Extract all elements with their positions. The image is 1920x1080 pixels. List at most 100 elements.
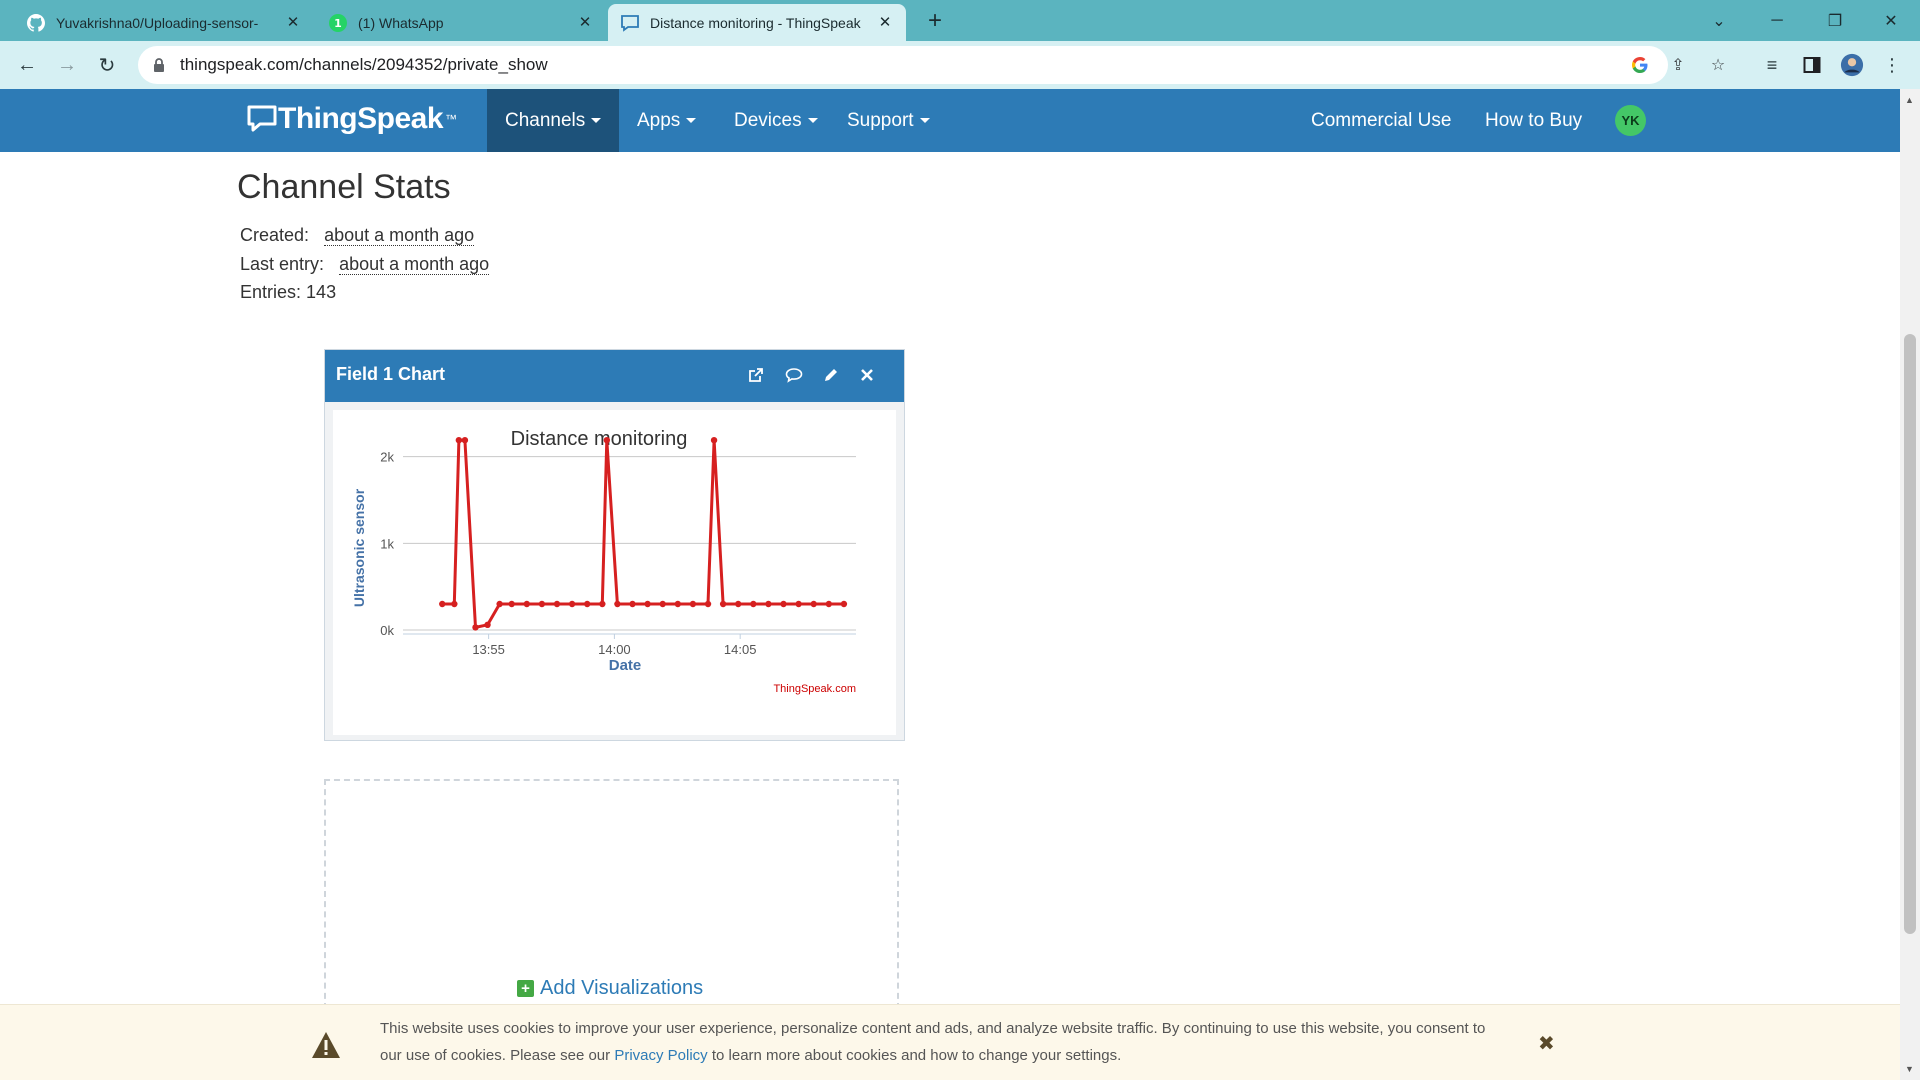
data-point — [629, 600, 636, 608]
data-point — [704, 600, 712, 608]
more-menu-icon[interactable]: ⋮ — [1880, 53, 1904, 77]
nav-label: Channels — [505, 109, 586, 131]
nav-label: Devices — [734, 109, 802, 131]
line-chart: Distance monitoring Ultrasonic sensor Da… — [351, 428, 856, 695]
last-entry-label: Last entry: — [240, 254, 325, 274]
browser-tab-github[interactable]: Yuvakrishna0/Uploading-sensor- ✕ — [14, 4, 314, 41]
warning-icon — [311, 1031, 341, 1064]
privacy-policy-link[interactable]: Privacy Policy — [614, 1047, 707, 1064]
close-icon[interactable] — [856, 364, 878, 386]
data-point — [674, 600, 682, 608]
google-icon[interactable] — [1630, 55, 1650, 75]
data-point — [484, 621, 491, 628]
nav-apps[interactable]: Apps — [619, 89, 714, 152]
back-arrow-icon[interactable]: ← — [11, 49, 43, 81]
last-entry-row: Last entry: about a month ago — [240, 254, 490, 275]
scroll-thumb[interactable] — [1904, 334, 1916, 934]
chart-card-header: Field 1 Chart — [325, 350, 904, 402]
y-tick-label: 0k — [380, 623, 394, 638]
data-point — [825, 600, 833, 608]
channel-stats-heading: Channel Stats — [237, 168, 451, 206]
nav-label: Support — [847, 109, 914, 131]
logo-trademark: ™ — [445, 112, 458, 126]
data-point — [461, 437, 469, 444]
scroll-down-arrow-icon[interactable]: ▼ — [1905, 1064, 1914, 1074]
cookie-banner: This website uses cookies to improve you… — [0, 1004, 1900, 1080]
nav-commercial-use[interactable]: Commercial Use — [1293, 89, 1469, 152]
add-visualizations-link[interactable]: + Add Visualizations — [517, 977, 703, 1000]
chart-credit: ThingSpeak.com — [773, 683, 856, 695]
nav-label: Apps — [637, 109, 681, 131]
site-navbar: ThingSpeak ™ Channels Apps Devices Suppor… — [0, 89, 1900, 152]
data-point — [553, 600, 561, 608]
whatsapp-icon: 1 — [328, 13, 348, 33]
nav-devices[interactable]: Devices — [716, 89, 836, 152]
user-avatar[interactable]: YK — [1615, 105, 1646, 136]
page-scrollbar[interactable]: ▲ ▼ — [1900, 89, 1920, 1080]
close-tab-icon[interactable]: ✕ — [576, 14, 594, 32]
cookie-text-line2-pre: our use of cookies. Please see our — [380, 1047, 615, 1064]
cookie-message: This website uses cookies to improve you… — [380, 1015, 1510, 1069]
forward-arrow-icon[interactable]: → — [51, 49, 83, 81]
caret-down-icon — [919, 118, 930, 123]
series-line — [442, 438, 844, 629]
entries-value: 143 — [306, 282, 337, 302]
nav-channels[interactable]: Channels — [487, 89, 619, 152]
data-point — [795, 600, 802, 608]
cookie-text-line1: This website uses cookies to improve you… — [380, 1020, 1486, 1037]
thingspeak-logo[interactable]: ThingSpeak ™ — [246, 102, 457, 136]
new-tab-button[interactable]: + — [919, 6, 951, 38]
share-icon[interactable]: ⇪ — [1668, 55, 1688, 75]
profile-avatar[interactable] — [1840, 53, 1864, 77]
browser-tab-whatsapp[interactable]: 1 (1) WhatsApp ✕ — [316, 4, 606, 41]
comment-icon[interactable] — [783, 364, 805, 386]
close-cookie-icon[interactable]: ✖ — [1538, 1031, 1555, 1056]
data-point — [538, 600, 546, 608]
nav-support[interactable]: Support — [829, 89, 948, 152]
visualization-placeholder — [324, 779, 899, 1009]
data-point — [719, 600, 727, 608]
x-tick-label: 13:55 — [472, 642, 505, 657]
lock-icon[interactable] — [152, 57, 168, 73]
thingspeak-icon — [620, 13, 640, 33]
data-point — [614, 600, 621, 608]
created-value: about a month ago — [324, 225, 475, 246]
data-point — [439, 600, 446, 608]
data-point — [455, 437, 463, 444]
data-point — [599, 600, 606, 608]
data-point — [644, 600, 651, 608]
cookie-text-line2-post: to learn more about cookies and how to c… — [707, 1047, 1122, 1064]
address-bar[interactable]: thingspeak.com/channels/2094352/private_… — [138, 46, 1725, 84]
field-chart-card: Field 1 Chart Distance monitoring Ultras… — [324, 349, 905, 741]
pencil-icon[interactable] — [820, 364, 842, 386]
data-point — [750, 600, 757, 608]
data-point — [584, 600, 591, 608]
close-tab-icon[interactable]: ✕ — [876, 14, 894, 32]
data-point — [780, 600, 787, 608]
restore-button[interactable]: ❐ — [1806, 0, 1864, 41]
reload-icon[interactable]: ↻ — [91, 49, 123, 81]
browser-tab-thingspeak[interactable]: Distance monitoring - ThingSpeak ✕ — [608, 4, 906, 41]
logo-text: ThingSpeak — [278, 102, 444, 135]
y-axis-label: Ultrasonic sensor — [351, 488, 367, 607]
close-window-button[interactable]: ✕ — [1862, 0, 1920, 41]
chart-title: Distance monitoring — [511, 428, 688, 450]
scroll-up-arrow-icon[interactable]: ▲ — [1905, 95, 1914, 105]
github-icon — [26, 13, 46, 33]
data-point — [710, 437, 718, 444]
chart-card-title: Field 1 Chart — [336, 364, 446, 384]
minimize-button[interactable]: ─ — [1748, 0, 1806, 41]
side-panel-icon[interactable] — [1800, 53, 1824, 77]
reading-list-icon[interactable]: ≡ — [1760, 53, 1784, 77]
tab-search-icon[interactable]: ⌄ — [1690, 0, 1748, 41]
nav-how-to-buy[interactable]: How to Buy — [1467, 89, 1600, 152]
data-point — [689, 600, 697, 608]
star-icon[interactable]: ☆ — [1708, 55, 1728, 75]
x-tick-label: 14:05 — [724, 642, 757, 657]
data-point — [810, 600, 817, 608]
svg-text:1: 1 — [334, 17, 342, 30]
data-point — [508, 600, 515, 608]
close-tab-icon[interactable]: ✕ — [284, 14, 302, 32]
entries-row: Entries: 143 — [240, 282, 336, 303]
external-link-icon[interactable] — [745, 364, 767, 386]
